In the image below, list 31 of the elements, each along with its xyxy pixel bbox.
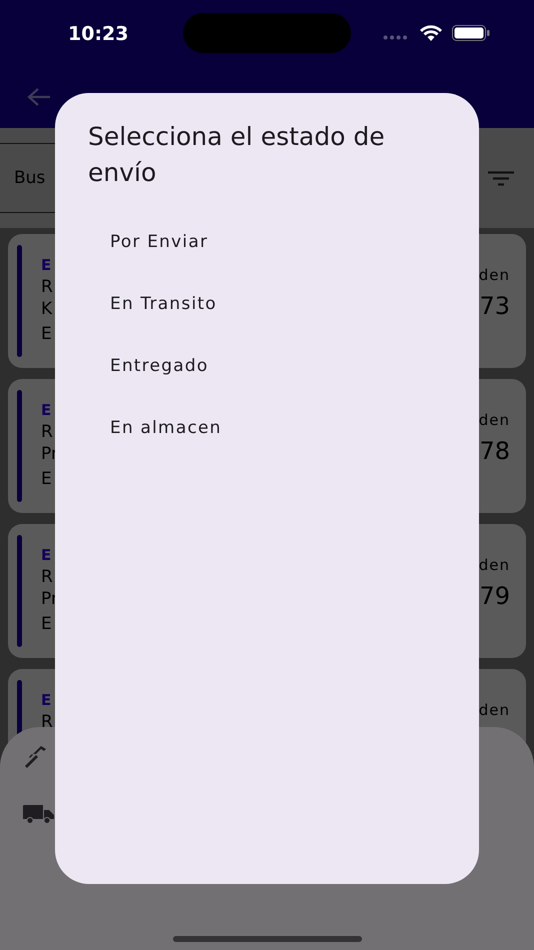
order-text: R bbox=[41, 276, 53, 298]
status-option[interactable]: En Transito bbox=[110, 291, 217, 318]
order-label: den bbox=[478, 700, 510, 720]
order-label: den bbox=[478, 265, 510, 285]
dialog-title: Selecciona el estado de envío bbox=[88, 121, 386, 189]
order-number: 73 bbox=[479, 291, 510, 321]
battery-icon bbox=[452, 25, 490, 41]
order-text: K bbox=[41, 298, 52, 320]
order-text: E bbox=[41, 613, 52, 635]
order-label: den bbox=[478, 555, 510, 575]
order-number: 78 bbox=[479, 436, 510, 466]
wifi-icon bbox=[420, 25, 442, 41]
status-option[interactable]: En almacen bbox=[110, 415, 222, 442]
signal-icon bbox=[383, 35, 409, 40]
order-text: R bbox=[41, 421, 53, 443]
order-text: R bbox=[41, 711, 53, 733]
order-text: R bbox=[41, 566, 53, 588]
truck-icon[interactable] bbox=[23, 805, 54, 824]
order-text: E bbox=[41, 400, 52, 421]
filter-icon[interactable] bbox=[488, 170, 514, 186]
order-text: E bbox=[41, 255, 52, 276]
status-option[interactable]: Por Enviar bbox=[110, 229, 208, 256]
order-text: E bbox=[41, 323, 52, 345]
order-text: E bbox=[41, 690, 52, 711]
wrench-icon[interactable] bbox=[23, 745, 47, 769]
order-text: E bbox=[41, 468, 52, 490]
status-time: 10:23 bbox=[68, 22, 128, 47]
status-option[interactable]: Entregado bbox=[110, 353, 208, 380]
order-text: E bbox=[41, 545, 52, 566]
order-label: den bbox=[478, 410, 510, 430]
order-number: 79 bbox=[479, 581, 510, 611]
